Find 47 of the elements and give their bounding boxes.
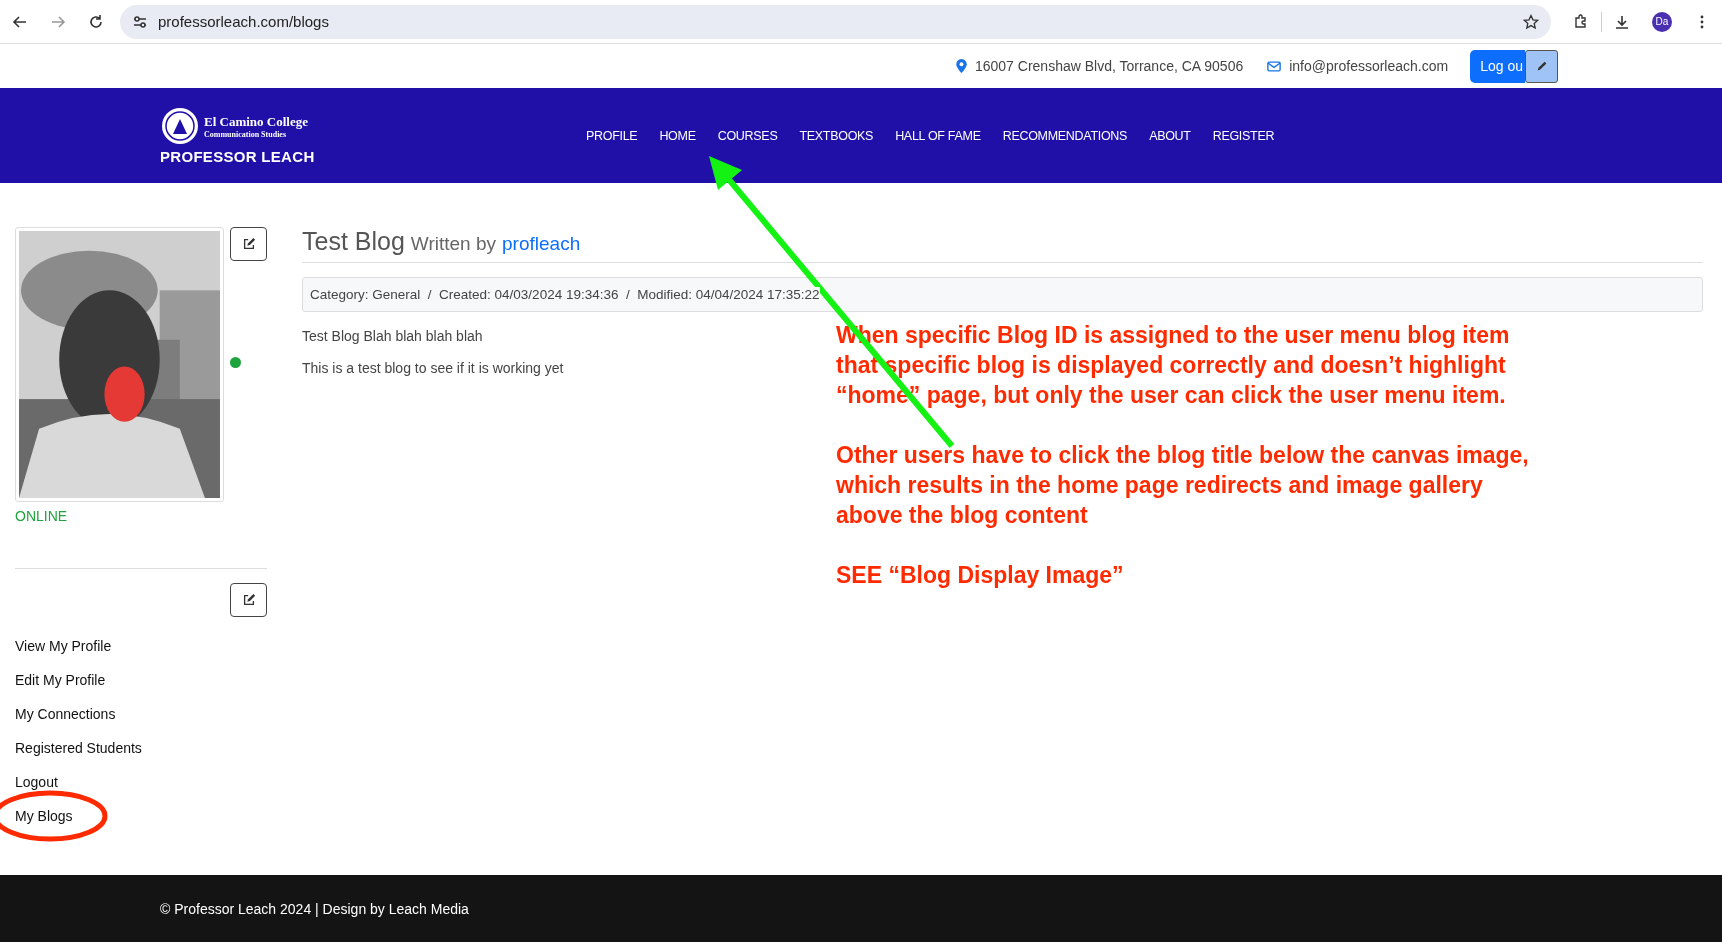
sidebar-menu-item[interactable]: My Connections (15, 705, 267, 724)
annotation-text: SEE “Blog Display Image” (836, 561, 1125, 590)
logo-title: El Camino College (204, 113, 308, 130)
edit-overlay-button[interactable] (1525, 49, 1558, 83)
edit-photo-button[interactable] (230, 227, 267, 261)
address-text: 16007 Crenshaw Blvd, Torrance, CA 90506 (974, 58, 1244, 74)
envelope-icon (1267, 60, 1282, 72)
post-paragraph: This is a test blog to see if it is working yet (302, 360, 564, 376)
edit-menu-button[interactable] (230, 583, 267, 617)
status-label: ONLINE (15, 508, 69, 524)
annotation-text: Other users have to click the blog title below the canvas image, which results in the home page redirects and image gallery above the blog content (836, 441, 1530, 530)
nav-link[interactable]: HOME (659, 122, 696, 149)
nav-link[interactable]: ABOUT (1149, 122, 1191, 149)
college-seal-icon (160, 106, 200, 146)
star-icon[interactable] (1523, 13, 1539, 30)
profile-avatar[interactable]: Da (1652, 11, 1672, 32)
address-bar[interactable]: professorleach.com/blogs (120, 4, 1551, 39)
email-text: info@professorleach.com (1289, 58, 1449, 74)
post-meta: Category: General / Created: 04/03/2024 19:34:36 / Modified: 04/04/2024 17:35:22 (310, 287, 820, 302)
extensions-icon[interactable] (1573, 13, 1589, 30)
download-icon[interactable] (1614, 13, 1630, 30)
nav-link[interactable]: PROFILE (586, 122, 638, 149)
forward-icon[interactable] (50, 13, 66, 30)
sidebar-menu-item[interactable]: Logout (15, 773, 267, 792)
site-settings-icon[interactable] (132, 13, 148, 30)
post-paragraph: Test Blog Blah blah blah blah (302, 328, 483, 344)
nav-link[interactable]: COURSES (717, 122, 778, 149)
nav-link[interactable]: TEXTBOOKS (799, 122, 874, 149)
written-by-text: Written by (410, 233, 497, 255)
logo-name: PROFESSOR LEACH (160, 148, 316, 165)
sidebar-menu-item[interactable]: View My Profile (15, 637, 267, 656)
sidebar-menu-item[interactable]: My Blogs (15, 807, 267, 826)
sidebar-menu-item[interactable]: Edit My Profile (15, 671, 267, 690)
back-icon[interactable] (12, 13, 28, 30)
footer-text: © Professor Leach 2024 | Design by Leach Media (160, 900, 469, 917)
edit-icon (241, 237, 256, 251)
nav-link[interactable]: RECOMMENDATIONS (1002, 122, 1128, 149)
post-title: Test Blog (302, 227, 405, 256)
logo-subtitle: Communication Studies (204, 129, 287, 139)
location-pin-icon (955, 59, 967, 73)
sidebar-menu-item[interactable]: Registered Students (15, 739, 267, 758)
nav-link[interactable]: HALL OF FAME (895, 122, 981, 149)
nav-link[interactable]: REGISTER (1212, 122, 1275, 149)
reload-icon[interactable] (88, 13, 104, 30)
edit-icon (241, 593, 256, 607)
author-link[interactable]: profleach (502, 233, 581, 255)
logout-button[interactable]: Log ou (1470, 49, 1525, 83)
